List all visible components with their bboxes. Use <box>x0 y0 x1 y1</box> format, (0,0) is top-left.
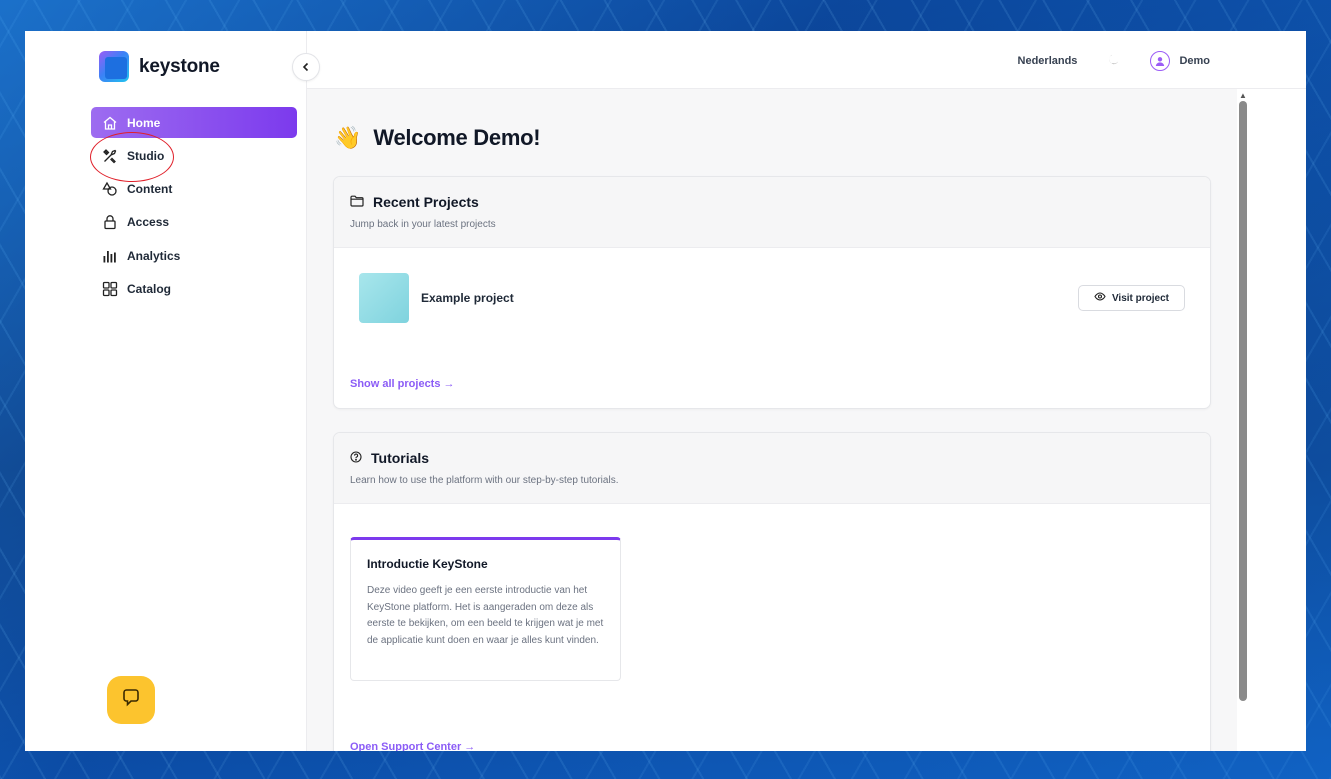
card-subtitle: Learn how to use the platform with our s… <box>350 475 619 486</box>
visit-project-label: Visit project <box>1111 292 1169 304</box>
scroll-up-arrow-icon[interactable]: ▲ <box>1239 91 1247 100</box>
scroll-thumb[interactable] <box>1239 101 1247 701</box>
sidebar-item-label: Access <box>127 215 170 230</box>
tutorial-card[interactable]: Introductie KeyStone Deze video geeft je… <box>350 537 621 681</box>
main-content: 👋 Welcome Demo! Recent Projects Jump bac… <box>307 89 1237 751</box>
main-scrollbar[interactable]: ▲ <box>1237 89 1249 751</box>
welcome-header: 👋 Welcome Demo! <box>334 125 541 151</box>
card-title: Tutorials <box>371 450 430 466</box>
sidebar-item-label: Analytics <box>127 248 181 263</box>
chat-bubble-icon <box>120 687 142 714</box>
folder-icon <box>350 194 364 210</box>
topbar-actions: Nederlands Demo <box>1018 51 1210 71</box>
project-thumbnail[interactable] <box>359 273 409 323</box>
eye-icon <box>1094 292 1106 304</box>
app-name: keystone <box>139 55 220 77</box>
grid-icon <box>102 281 118 297</box>
open-support-center-link[interactable]: Open Support Center → <box>350 741 475 751</box>
card-header: Tutorials Learn how to use the platform … <box>334 433 1210 504</box>
recent-projects-card: Recent Projects Jump back in your latest… <box>333 176 1211 409</box>
chevron-left-icon <box>301 59 311 75</box>
sidebar-item-label: Content <box>127 182 173 197</box>
card-title-row: Tutorials <box>350 450 1194 466</box>
user-menu[interactable]: Demo <box>1150 51 1210 71</box>
sidebar-item-access[interactable]: Access <box>91 207 297 238</box>
logo-mark-icon <box>99 51 129 82</box>
user-name: Demo <box>1179 55 1210 67</box>
sidebar-item-label: Home <box>127 115 161 130</box>
card-title: Recent Projects <box>373 194 479 210</box>
sidebar-item-catalog[interactable]: Catalog <box>91 273 297 304</box>
sidebar-item-analytics[interactable]: Analytics <box>91 240 297 271</box>
support-chat-button[interactable] <box>107 676 155 724</box>
collapse-sidebar-button[interactable] <box>292 53 320 81</box>
tutorial-title: Introductie KeyStone <box>367 557 488 571</box>
bar-chart-icon <box>102 248 118 264</box>
card-title-row: Recent Projects <box>350 194 1194 210</box>
shapes-icon <box>102 181 118 197</box>
topbar: Nederlands Demo <box>307 31 1306 89</box>
show-all-projects-link[interactable]: Show all projects → <box>350 378 455 390</box>
tutorials-card: Tutorials Learn how to use the platform … <box>333 432 1211 751</box>
annotation-circle <box>90 132 174 182</box>
lock-icon <box>102 214 118 230</box>
logo[interactable]: keystone <box>99 51 220 82</box>
language-selector[interactable]: Nederlands <box>1018 55 1078 67</box>
help-circle-icon <box>350 450 362 466</box>
wave-emoji: 👋 <box>334 125 362 150</box>
app-window: keystone Home Studio Content Access Anal… <box>25 31 1306 751</box>
page-title: Welcome Demo! <box>373 125 541 150</box>
tutorial-description: Deze video geeft je een eerste introduct… <box>367 585 604 646</box>
sidebar: keystone Home Studio Content Access Anal… <box>25 31 307 751</box>
project-name[interactable]: Example project <box>421 291 514 305</box>
home-icon <box>102 115 118 131</box>
user-avatar-icon <box>1150 51 1171 71</box>
card-subtitle: Jump back in your latest projects <box>350 219 496 230</box>
visit-project-button[interactable]: Visit project <box>1077 285 1185 311</box>
card-header: Recent Projects Jump back in your latest… <box>334 177 1210 248</box>
sidebar-item-label: Catalog <box>127 281 172 296</box>
moon-icon[interactable] <box>1107 53 1120 69</box>
